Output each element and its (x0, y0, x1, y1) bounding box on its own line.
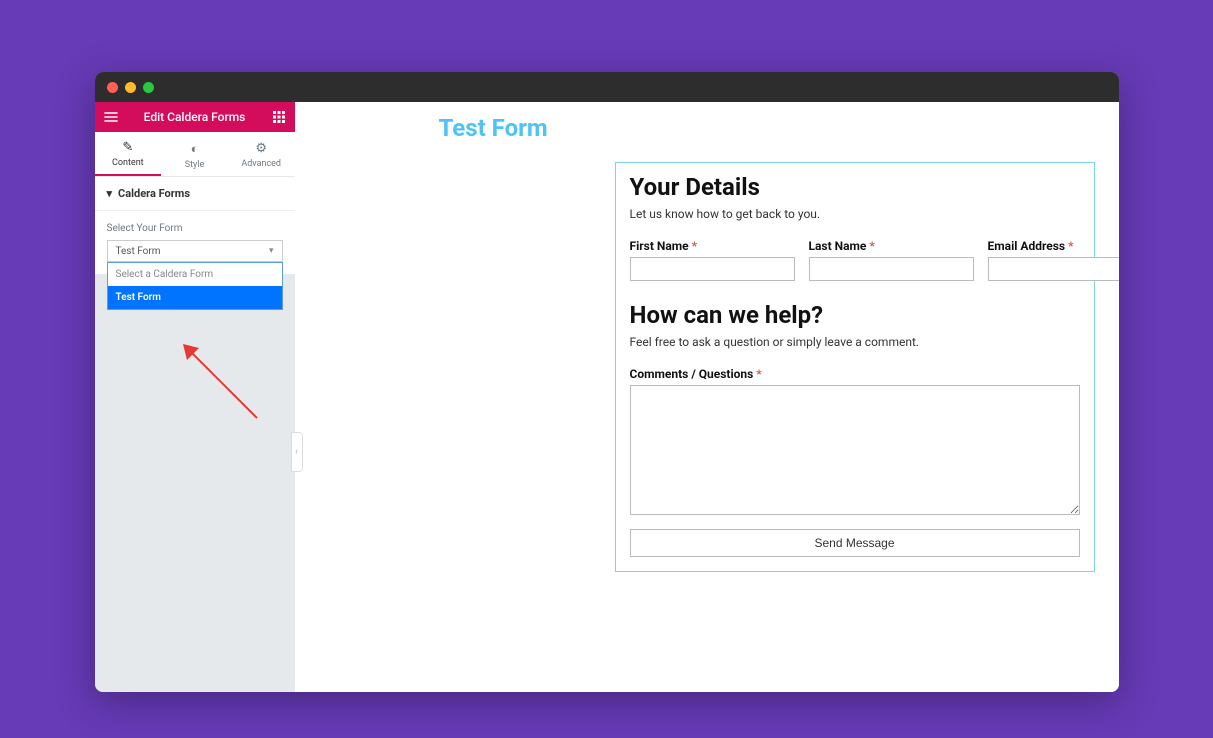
maximize-window-icon[interactable] (143, 82, 154, 93)
field-first-name: First Name * (630, 239, 795, 281)
form-select-display[interactable]: Test Form ▾ (107, 240, 283, 262)
sidebar-tabs: ✎ Content ◐ Style ⚙ Advanced (95, 132, 295, 177)
last-name-input[interactable] (809, 257, 974, 281)
caret-down-icon: ▾ (107, 187, 113, 200)
tab-label: Content (112, 158, 144, 168)
contrast-icon: ◐ (191, 141, 199, 157)
form-section-subtext: Let us know how to get back to you. (630, 207, 1080, 221)
field-email: Email Address * (988, 239, 1119, 281)
form-row: First Name * Last Name * (630, 239, 1080, 281)
tab-advanced[interactable]: ⚙ Advanced (228, 132, 295, 176)
tab-content[interactable]: ✎ Content (95, 132, 162, 176)
comments-textarea[interactable] (630, 385, 1080, 515)
chevron-left-icon: ‹ (295, 447, 298, 457)
field-label: Comments / Questions * (630, 367, 1080, 381)
send-message-button[interactable]: Send Message (630, 529, 1080, 557)
close-window-icon[interactable] (107, 82, 118, 93)
minimize-window-icon[interactable] (125, 82, 136, 93)
tab-style[interactable]: ◐ Style (161, 132, 228, 176)
titlebar (95, 72, 1119, 102)
editor-canvas: Test Form Your Details Let us know how t… (295, 102, 1119, 692)
annotation-arrow-icon (177, 338, 267, 428)
section-body: Select Your Form Test Form ▾ Select a Ca… (95, 211, 295, 274)
field-label: Email Address * (988, 239, 1119, 253)
section-title: Caldera Forms (118, 187, 190, 200)
dropdown-option-test-form[interactable]: Test Form (108, 286, 282, 309)
first-name-input[interactable] (630, 257, 795, 281)
sidebar-header: Edit Caldera Forms (95, 102, 295, 132)
app-window: Edit Caldera Forms ✎ Content ◐ Style ⚙ A… (95, 72, 1119, 692)
editor-sidebar: Edit Caldera Forms ✎ Content ◐ Style ⚙ A… (95, 102, 295, 692)
sidebar-section-caldera: ▾ Caldera Forms Select Your Form Test Fo… (95, 177, 295, 274)
gear-icon: ⚙ (255, 141, 267, 156)
menu-button[interactable] (95, 110, 127, 124)
collapse-sidebar-handle[interactable]: ‹ (291, 432, 303, 472)
form-select-value: Test Form (116, 246, 161, 257)
form-section-heading: Your Details (630, 173, 1080, 201)
chevron-down-icon: ▾ (269, 246, 274, 256)
tab-label: Style (185, 160, 205, 170)
field-last-name: Last Name * (809, 239, 974, 281)
field-label: Last Name * (809, 239, 974, 253)
required-mark: * (1068, 239, 1073, 253)
hamburger-icon (104, 110, 118, 124)
caldera-form-widget[interactable]: Your Details Let us know how to get back… (615, 162, 1095, 572)
section-header[interactable]: ▾ Caldera Forms (95, 177, 295, 211)
widgets-button[interactable] (263, 111, 295, 123)
page-title: Test Form (439, 114, 1095, 142)
grid-icon (273, 111, 285, 123)
required-mark: * (692, 239, 697, 253)
required-mark: * (869, 239, 874, 253)
form-select-dropdown: Select a Caldera Form Test Form (107, 262, 283, 310)
form-select: Test Form ▾ Select a Caldera Form Test F… (107, 240, 283, 262)
form-section-subtext: Feel free to ask a question or simply le… (630, 335, 1080, 349)
email-input[interactable] (988, 257, 1119, 281)
field-label: First Name * (630, 239, 795, 253)
select-form-label: Select Your Form (107, 223, 283, 234)
pencil-icon: ✎ (122, 140, 133, 155)
form-section-heading: How can we help? (630, 301, 1080, 329)
dropdown-placeholder[interactable]: Select a Caldera Form (108, 263, 282, 286)
tab-label: Advanced (241, 159, 281, 169)
app-body: Edit Caldera Forms ✎ Content ◐ Style ⚙ A… (95, 102, 1119, 692)
sidebar-title: Edit Caldera Forms (127, 110, 263, 124)
required-mark: * (756, 367, 761, 381)
